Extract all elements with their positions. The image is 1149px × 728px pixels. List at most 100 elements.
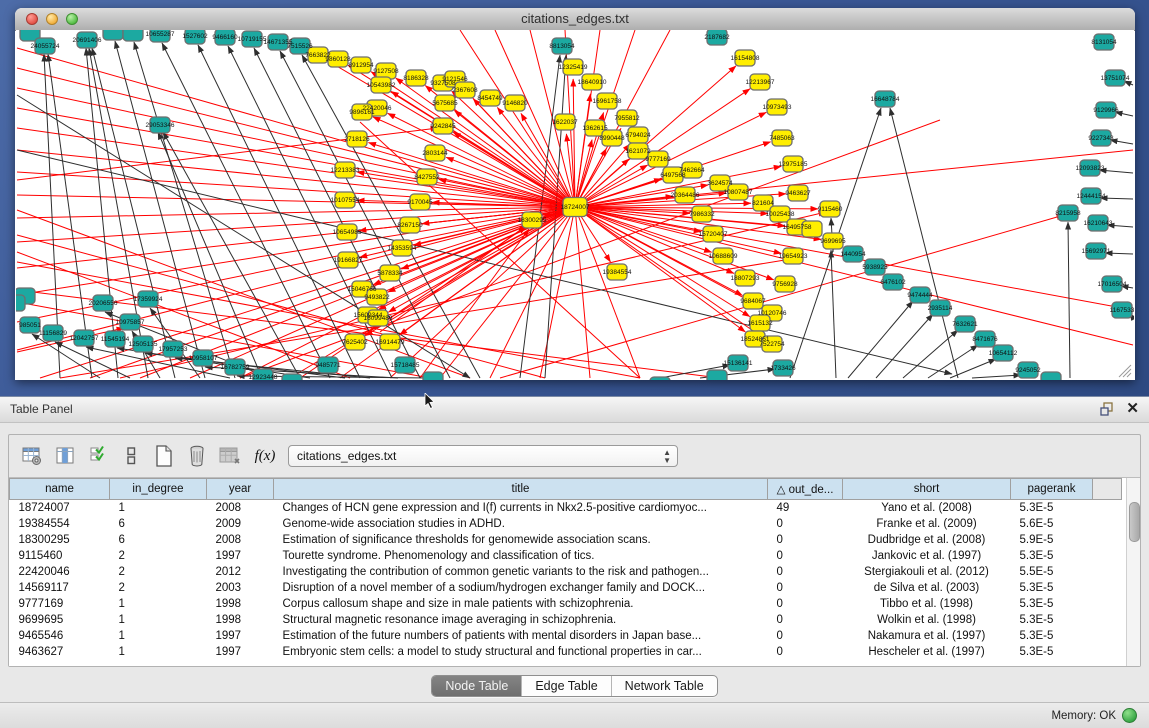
column-header-short[interactable]: short (843, 479, 1011, 500)
column-header-year[interactable]: year (207, 479, 274, 500)
cell-short[interactable]: Stergiakouli et al. (2012) (843, 564, 1011, 580)
cell-year[interactable]: 2008 (207, 532, 274, 548)
column-header-in-degree[interactable]: in_degree (110, 479, 207, 500)
cell-pagerank[interactable]: 5.5E-5 (1011, 564, 1093, 580)
selected-edge[interactable] (540, 207, 575, 378)
cell-indeg[interactable]: 2 (110, 548, 207, 564)
cell-indeg[interactable]: 6 (110, 516, 207, 532)
cell-short[interactable]: de Silva et al. (2003) (843, 580, 1011, 596)
cell-name[interactable]: 9699695 (10, 612, 110, 628)
delete-column-icon[interactable] (184, 443, 210, 469)
table-row[interactable]: 1938455462009Genome-wide association stu… (10, 516, 1122, 532)
network-node[interactable] (16, 295, 25, 311)
cell-short[interactable]: Tibbo et al. (1998) (843, 596, 1011, 612)
cell-indeg[interactable]: 2 (110, 580, 207, 596)
rows-icon[interactable] (118, 443, 144, 469)
cell-year[interactable]: 1997 (207, 644, 274, 660)
network-node[interactable] (103, 30, 123, 40)
table-row[interactable]: 946554611997Estimation of the future num… (10, 628, 1122, 644)
cell-title[interactable]: Disruption of a novel member of a sodium… (274, 580, 768, 596)
network-node[interactable] (423, 372, 443, 380)
cell-year[interactable]: 1997 (207, 548, 274, 564)
edge[interactable] (134, 42, 235, 378)
cell-out[interactable]: 0 (768, 548, 843, 564)
network-canvas[interactable]: 2405572420691406106552871527602946616010… (16, 30, 1134, 380)
edit-columns-icon[interactable] (85, 443, 111, 469)
cell-pagerank[interactable]: 5.3E-5 (1011, 644, 1093, 660)
network-window-titlebar[interactable]: citations_edges.txt (15, 8, 1135, 31)
cell-indeg[interactable]: 1 (110, 628, 207, 644)
cell-out[interactable]: 0 (768, 644, 843, 660)
cell-name[interactable]: 22420046 (10, 564, 110, 580)
edge[interactable] (162, 43, 330, 378)
table-row[interactable]: 977716911998Corpus callosum shape and si… (10, 596, 1122, 612)
delete-table-icon[interactable] (217, 443, 243, 469)
table-row[interactable]: 2242004622012Investigating the contribut… (10, 564, 1122, 580)
cell-title[interactable]: Estimation of the future numbers of pati… (274, 628, 768, 644)
cell-year[interactable]: 1998 (207, 612, 274, 628)
edge[interactable] (876, 314, 933, 378)
edge[interactable] (903, 330, 958, 378)
cell-short[interactable]: Dudbridge et al. (2008) (843, 532, 1011, 548)
cell-short[interactable]: Hescheler et al. (1997) (843, 644, 1011, 660)
tab-network-table[interactable]: Network Table (611, 676, 717, 696)
selected-edge[interactable] (368, 143, 575, 207)
cell-out[interactable]: 0 (768, 628, 843, 644)
function-builder-icon[interactable]: f(x) (250, 448, 280, 465)
cell-name[interactable]: 9463627 (10, 644, 110, 660)
cell-title[interactable]: Corpus callosum shape and size in male p… (274, 596, 768, 612)
cell-indeg[interactable]: 2 (110, 564, 207, 580)
selected-edge[interactable] (17, 210, 470, 378)
column-header-name[interactable]: name (10, 479, 110, 500)
column-header-title[interactable]: title (274, 479, 768, 500)
cell-year[interactable]: 2009 (207, 516, 274, 532)
cell-title[interactable]: Tourette syndrome. Phenomenology and cla… (274, 548, 768, 564)
cell-pagerank[interactable]: 5.3E-5 (1011, 548, 1093, 564)
cell-name[interactable]: 18724007 (10, 500, 110, 517)
cell-title[interactable]: Embryonic stem cells: a model to study s… (274, 644, 768, 660)
memory-status-icon[interactable] (1122, 708, 1137, 723)
citation-network-graph[interactable]: 2405572420691406106552871527602946616010… (16, 30, 1134, 380)
column-header-pagerank[interactable]: pagerank (1011, 479, 1093, 500)
table-scrollbar-thumb[interactable] (1129, 502, 1140, 542)
cell-short[interactable]: Wolkin et al. (1998) (843, 612, 1011, 628)
float-panel-icon[interactable] (1099, 401, 1115, 417)
cell-title[interactable]: Estimation of significance thresholds fo… (274, 532, 768, 548)
cell-year[interactable]: 1997 (207, 628, 274, 644)
edge[interactable] (831, 250, 836, 378)
cell-name[interactable]: 19384554 (10, 516, 110, 532)
cell-out[interactable]: 49 (768, 500, 843, 517)
cell-indeg[interactable]: 1 (110, 612, 207, 628)
zoom-window-icon[interactable] (66, 13, 78, 25)
cell-title[interactable]: Investigating the contribution of common… (274, 564, 768, 580)
cell-name[interactable]: 9115460 (10, 548, 110, 564)
cell-short[interactable]: Nakamura et al. (1997) (843, 628, 1011, 644)
cell-title[interactable]: Structural magnetic resonance image aver… (274, 612, 768, 628)
table-row[interactable]: 1830029562008Estimation of significance … (10, 532, 1122, 548)
cell-indeg[interactable]: 1 (110, 644, 207, 660)
cell-short[interactable]: Jankovic et al. (1997) (843, 548, 1011, 564)
selected-edge[interactable] (500, 215, 1064, 378)
network-node[interactable] (707, 370, 727, 380)
cell-pagerank[interactable]: 5.3E-5 (1011, 612, 1093, 628)
table-settings-icon[interactable] (19, 443, 45, 469)
selected-edge[interactable] (17, 207, 575, 350)
cell-year[interactable]: 2008 (207, 500, 274, 517)
table-row[interactable]: 969969511998Structural magnetic resonanc… (10, 612, 1122, 628)
cell-short[interactable]: Yano et al. (2008) (843, 500, 1011, 517)
edge[interactable] (972, 375, 1021, 378)
cell-out[interactable]: 0 (768, 612, 843, 628)
close-window-icon[interactable] (26, 13, 38, 25)
table-select-dropdown[interactable]: citations_edges.txt ▲▼ (288, 445, 678, 467)
cell-year[interactable]: 1998 (207, 596, 274, 612)
cell-short[interactable]: Franke et al. (2009) (843, 516, 1011, 532)
selected-edge[interactable] (575, 94, 590, 207)
window-resize-grip[interactable] (1118, 364, 1132, 378)
network-node[interactable] (650, 377, 670, 380)
cell-indeg[interactable]: 1 (110, 596, 207, 612)
column-header-out-de-[interactable]: △ out_de... (768, 479, 843, 500)
cell-pagerank[interactable]: 5.3E-5 (1011, 500, 1093, 517)
cell-pagerank[interactable]: 5.3E-5 (1011, 596, 1093, 612)
cell-pagerank[interactable]: 5.9E-5 (1011, 532, 1093, 548)
selected-edge[interactable] (40, 207, 575, 378)
